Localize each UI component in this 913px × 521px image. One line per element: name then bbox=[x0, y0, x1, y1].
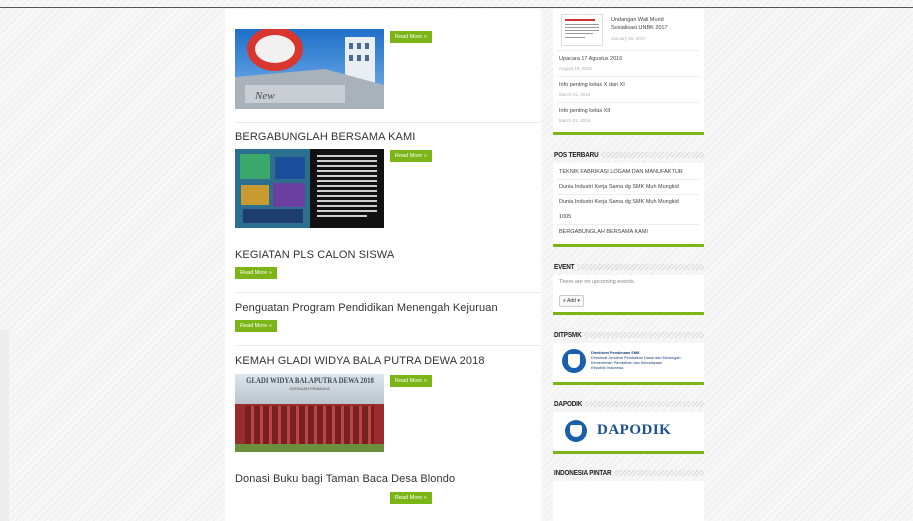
widget-title: EVENT bbox=[554, 261, 577, 273]
widget-title-bar: POS TERBARU bbox=[553, 149, 704, 161]
post-separator bbox=[235, 292, 541, 293]
divider bbox=[557, 50, 700, 51]
post-item: KEMAH GLADI WIDYA BALA PUTRA DEWA 2018 G… bbox=[235, 355, 541, 470]
recent-post-date: January 26, 2017 bbox=[611, 36, 646, 41]
event-widget: There are no upcoming events. ≡ Add ▾ bbox=[553, 275, 704, 315]
widget-title: POS TERBARU bbox=[554, 149, 602, 161]
widget-title: INDONESIA PINTAR bbox=[554, 467, 615, 479]
widget-title-bar: DITPSMK bbox=[553, 329, 704, 341]
post-thumbnail[interactable]: New bbox=[235, 29, 384, 109]
widget-accent-bar bbox=[553, 132, 704, 135]
post-item: New Read More » bbox=[235, 9, 541, 124]
read-more-button[interactable]: Read More » bbox=[390, 375, 432, 387]
thumb-banner-sub: GERAKAN PRAMUKA bbox=[289, 386, 330, 391]
ditpsmk-line2: Direktorat Jenderal Pendidikan Dasar dan… bbox=[591, 356, 681, 360]
widget-title-bar: INDONESIA PINTAR bbox=[553, 467, 704, 479]
post-item: KEGIATAN PLS CALON SISWA Read More » bbox=[235, 249, 541, 293]
widget-accent-bar bbox=[553, 312, 704, 315]
indonesia-pintar-widget[interactable] bbox=[553, 481, 704, 521]
event-add-label: Add bbox=[567, 298, 576, 304]
post-item: Donasi Buku bagi Taman Baca Desa Blondo … bbox=[235, 473, 541, 521]
post-item: Penguatan Program Pendidikan Menengah Ke… bbox=[235, 302, 541, 347]
widget-title-bar: DAPODIK bbox=[553, 398, 704, 410]
read-more-button[interactable]: Read More » bbox=[235, 320, 277, 332]
pos-terbaru-link[interactable]: 1005 bbox=[559, 214, 571, 220]
read-more-button[interactable]: Read More » bbox=[390, 492, 432, 504]
widget-title: DITPSMK bbox=[554, 329, 585, 341]
widget-accent-bar bbox=[553, 244, 704, 247]
post-title[interactable]: KEGIATAN PLS CALON SISWA bbox=[235, 249, 394, 261]
divider bbox=[557, 224, 700, 225]
post-separator bbox=[235, 122, 541, 123]
recent-post-thumbnail[interactable] bbox=[561, 14, 603, 46]
ditpsmk-line3: Kementerian Pendidikan dan Kebudayaan bbox=[591, 361, 663, 365]
post-title[interactable]: Penguatan Program Pendidikan Menengah Ke… bbox=[235, 302, 498, 314]
post-title[interactable]: BERGABUNGLAH BERSAMA KAMI bbox=[235, 131, 415, 143]
chevron-down-icon: ▾ bbox=[577, 298, 580, 304]
recent-posts-widget: Undangan Wali Murid Sosialisasi UNBK 201… bbox=[553, 9, 704, 135]
main-content: New Read More » BERGABUNGLAH BERSAMA KAM… bbox=[225, 9, 541, 521]
divider bbox=[557, 179, 700, 180]
widget-title-bar: EVENT bbox=[553, 261, 704, 273]
ditpsmk-widget[interactable]: Direktorat Pembinaan SMK Direktorat Jend… bbox=[553, 343, 704, 385]
recent-post-title[interactable]: Info penting kelas X dan XI bbox=[559, 82, 625, 88]
post-title[interactable]: Donasi Buku bagi Taman Baca Desa Blondo bbox=[235, 473, 455, 485]
tut-wuri-logo-icon bbox=[562, 349, 586, 373]
dapodik-widget[interactable]: DAPODIK bbox=[553, 412, 704, 454]
read-more-button[interactable]: Read More » bbox=[390, 150, 432, 162]
svg-text:New: New bbox=[254, 90, 275, 102]
widget-accent-bar bbox=[553, 382, 704, 385]
post-thumbnail[interactable] bbox=[235, 149, 384, 228]
pos-terbaru-link[interactable]: Dunia Industri Kerja Sama dg SMK Muh Mun… bbox=[559, 184, 679, 190]
divider bbox=[557, 194, 700, 195]
event-add-button[interactable]: ≡ Add ▾ bbox=[559, 295, 584, 307]
recent-post-title[interactable]: Upacara 17 Agustus 2016 bbox=[559, 56, 622, 62]
sidebar: Undangan Wali Murid Sosialisasi UNBK 201… bbox=[553, 9, 704, 521]
dapodik-logo-text: DAPODIK bbox=[597, 422, 672, 438]
pos-terbaru-link[interactable]: Dunia Industri Kerja Sama dg SMK Muh Mun… bbox=[559, 199, 679, 205]
top-border bbox=[0, 7, 913, 8]
pos-terbaru-widget: TEKNIK FABRIKASI LOGAM DAN MANUFAKTUR Du… bbox=[553, 163, 704, 247]
recent-post-title[interactable]: Undangan Wali Murid bbox=[611, 17, 664, 23]
divider bbox=[557, 76, 700, 77]
tut-wuri-logo-icon bbox=[565, 420, 587, 442]
left-edge-shade bbox=[0, 330, 9, 521]
recent-post-date: March 21, 2016 bbox=[559, 92, 591, 97]
read-more-button[interactable]: Read More » bbox=[390, 31, 432, 43]
ditpsmk-line4: Republik Indonesia bbox=[591, 366, 624, 370]
post-thumbnail[interactable]: GLADI WIDYA BALAPUTRA DEWA 2018 GERAKAN … bbox=[235, 374, 384, 452]
divider bbox=[557, 102, 700, 103]
ditpsmk-line1: Direktorat Pembinaan SMK bbox=[591, 351, 640, 355]
post-separator bbox=[235, 345, 541, 346]
thumb-banner-text: GLADI WIDYA BALAPUTRA DEWA 2018 bbox=[246, 376, 374, 385]
recent-post-title-line2[interactable]: Sosialisasi UNBK 2017 bbox=[611, 25, 668, 31]
pos-terbaru-link[interactable]: BERGABUNGLAH BERSAMA KAMI bbox=[559, 229, 648, 235]
widget-accent-bar bbox=[553, 451, 704, 454]
read-more-button[interactable]: Read More » bbox=[235, 267, 277, 279]
recent-post-title[interactable]: Info penting kelas XII bbox=[559, 108, 610, 114]
recent-post-date: March 21, 2016 bbox=[559, 118, 591, 123]
rss-icon: ≡ bbox=[563, 298, 566, 304]
post-item: BERGABUNGLAH BERSAMA KAMI Read More » bbox=[235, 124, 541, 249]
event-empty-text: There are no upcoming events. bbox=[559, 279, 636, 285]
post-title[interactable]: KEMAH GLADI WIDYA BALA PUTRA DEWA 2018 bbox=[235, 355, 485, 367]
pos-terbaru-link[interactable]: TEKNIK FABRIKASI LOGAM DAN MANUFAKTUR bbox=[559, 169, 683, 175]
widget-title: DAPODIK bbox=[554, 398, 585, 410]
recent-post-date: August 18, 2016 bbox=[559, 66, 592, 71]
